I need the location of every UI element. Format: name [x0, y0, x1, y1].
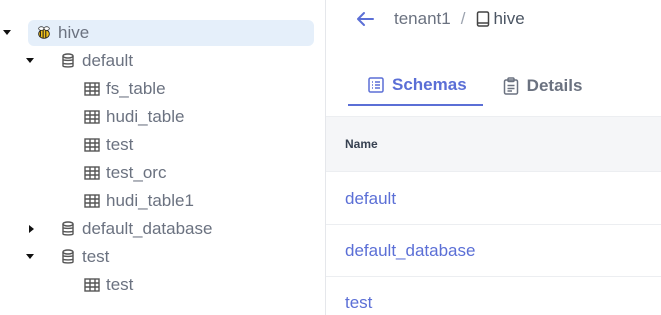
table-icon	[84, 109, 100, 125]
tree-node-hive[interactable]: hive	[28, 20, 314, 46]
tree-node-database[interactable]: test	[60, 244, 109, 270]
schema-link[interactable]: default_database	[345, 241, 475, 261]
tree-node-label: test_orc	[106, 163, 167, 182]
table-row[interactable]: default	[326, 173, 661, 225]
column-header-name[interactable]: Name	[326, 116, 661, 172]
tree-node-database[interactable]: default_database	[60, 216, 212, 242]
table-row[interactable]: test	[326, 277, 661, 315]
detail-tabs: Schemas Details	[348, 66, 598, 106]
tree-node-label: default	[82, 51, 134, 70]
tree-node-label: test	[106, 275, 134, 294]
breadcrumb-current: hive	[475, 9, 525, 29]
catalog-tree: hive default fs_table hudi_table test te…	[0, 0, 325, 315]
hive-bee-icon	[36, 25, 52, 41]
tree-node-table[interactable]: hudi_table	[84, 104, 184, 130]
tab-label: Details	[526, 76, 583, 95]
table-icon	[84, 81, 100, 97]
tree-node-label: default_database	[82, 219, 213, 238]
tree-node-table[interactable]: hudi_table1	[84, 188, 194, 214]
tree-node-label: test	[106, 135, 134, 154]
collapse-caret-icon[interactable]	[25, 252, 35, 262]
tree-node-table[interactable]: test_orc	[84, 160, 166, 186]
table-icon	[84, 137, 100, 153]
tree-node-label: test	[82, 247, 110, 266]
detail-panel: tenant1 / hive Schemas Details Name defa…	[326, 0, 661, 315]
database-icon	[60, 53, 76, 69]
breadcrumb-separator: /	[460, 9, 466, 28]
tree-node-label: hive	[58, 23, 90, 42]
table-icon	[84, 277, 100, 293]
tree-node-table[interactable]: fs_table	[84, 76, 166, 102]
database-icon	[60, 221, 76, 237]
schema-link[interactable]: default	[345, 189, 396, 209]
breadcrumb-parent[interactable]: tenant1	[394, 9, 451, 29]
schemas-list-icon	[368, 77, 384, 93]
tree-node-table[interactable]: test	[84, 132, 133, 158]
tree-node-label: fs_table	[106, 79, 166, 98]
book-icon	[475, 11, 491, 27]
tree-node-label: hudi_table1	[106, 191, 194, 210]
tree-node-database[interactable]: default	[60, 48, 133, 74]
expand-caret-icon[interactable]	[27, 224, 37, 234]
back-arrow-icon[interactable]	[354, 8, 376, 30]
table-row[interactable]: default_database	[326, 225, 661, 277]
table-icon	[84, 193, 100, 209]
tree-node-label: hudi_table	[106, 107, 185, 126]
tree-node-table[interactable]: test	[84, 272, 133, 298]
database-icon	[60, 249, 76, 265]
tab-schemas[interactable]: Schemas	[348, 66, 483, 106]
table-icon	[84, 165, 100, 181]
column-header-label: Name	[345, 137, 378, 151]
collapse-caret-icon[interactable]	[25, 56, 35, 66]
breadcrumb-current-label: hive	[493, 9, 525, 28]
tab-label: Schemas	[392, 75, 467, 94]
tab-details[interactable]: Details	[483, 66, 599, 106]
schema-link[interactable]: test	[345, 293, 372, 313]
clipboard-icon	[503, 77, 519, 95]
breadcrumb: tenant1 / hive	[354, 6, 525, 32]
collapse-caret-icon[interactable]	[2, 28, 12, 38]
